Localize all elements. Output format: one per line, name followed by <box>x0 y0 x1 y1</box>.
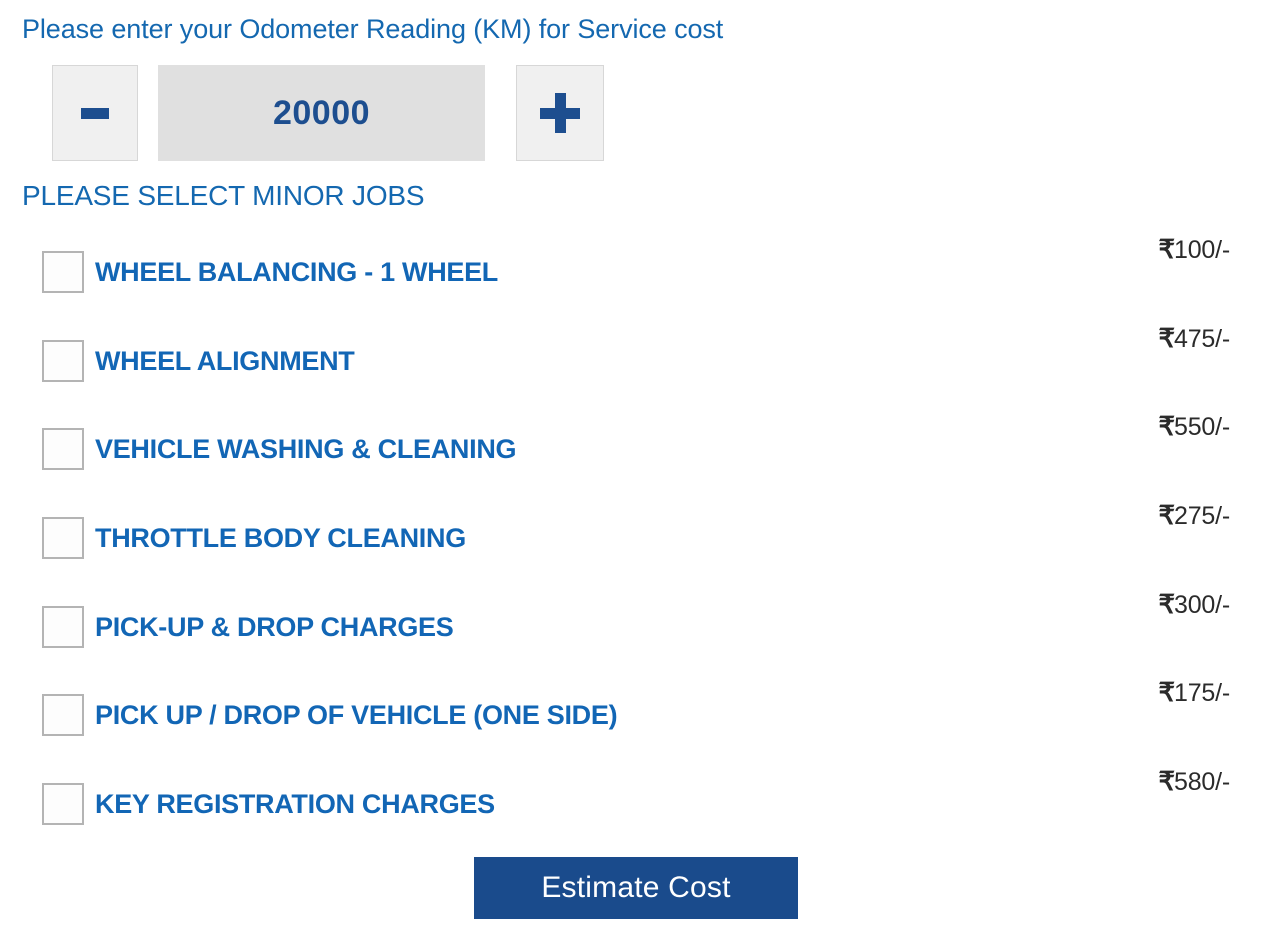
job-row: PICK-UP & DROP CHARGES ₹300/- <box>0 583 1278 672</box>
job-label[interactable]: THROTTLE BODY CLEANING <box>95 518 466 558</box>
job-checkbox[interactable] <box>42 605 84 648</box>
job-checkbox[interactable] <box>42 783 84 826</box>
job-price-suffix: /- <box>1215 236 1230 264</box>
job-price-suffix: /- <box>1215 324 1230 353</box>
rupee-icon: ₹ <box>1158 411 1175 442</box>
job-price-suffix: /- <box>1215 768 1230 797</box>
job-price-suffix: /- <box>1215 679 1230 708</box>
minor-jobs-section-heading: PLEASE SELECT MINOR JOBS <box>22 180 425 211</box>
job-price-amount: 175 <box>1174 679 1216 708</box>
job-price-suffix: /- <box>1215 502 1230 531</box>
odometer-value-input[interactable]: 20000 <box>158 65 485 161</box>
job-checkbox[interactable] <box>42 251 84 293</box>
minus-icon <box>81 107 109 119</box>
job-label[interactable]: KEY REGISTRATION CHARGES <box>95 784 495 824</box>
job-label[interactable]: VEHICLE WASHING & CLEANING <box>95 429 517 469</box>
rupee-icon: ₹ <box>1158 322 1175 353</box>
estimate-cost-button[interactable]: Estimate Cost <box>474 857 798 919</box>
job-label[interactable]: WHEEL ALIGNMENT <box>95 341 355 381</box>
rupee-icon: ₹ <box>1158 588 1175 619</box>
rupee-icon: ₹ <box>1158 677 1175 708</box>
job-row: WHEEL BALANCING - 1 WHEEL ₹100/- <box>0 228 1278 317</box>
job-label[interactable]: WHEEL BALANCING - 1 WHEEL <box>95 252 498 292</box>
rupee-icon: ₹ <box>1158 500 1175 531</box>
job-row: VEHICLE WASHING & CLEANING ₹550/- <box>0 405 1278 494</box>
odometer-stepper: 20000 <box>52 65 604 161</box>
job-price-suffix: /- <box>1215 413 1230 442</box>
job-checkbox[interactable] <box>42 339 84 382</box>
job-row: PICK UP / DROP OF VEHICLE (ONE SIDE) ₹175… <box>0 671 1278 760</box>
job-price: ₹175/- <box>1158 675 1230 710</box>
job-price-amount: 580 <box>1174 768 1216 797</box>
job-checkbox[interactable] <box>42 517 84 560</box>
job-row: THROTTLE BODY CLEANING ₹275/- <box>0 494 1278 583</box>
job-price-amount: 550 <box>1174 413 1216 442</box>
job-label[interactable]: PICK UP / DROP OF VEHICLE (ONE SIDE) <box>95 695 618 735</box>
job-checkbox[interactable] <box>42 428 84 471</box>
job-price-suffix: /- <box>1215 590 1230 619</box>
minor-jobs-list: WHEEL BALANCING - 1 WHEEL ₹100/- WHEEL ALI… <box>0 228 1278 849</box>
rupee-icon: ₹ <box>1158 234 1175 264</box>
odometer-decrement-button[interactable] <box>52 65 138 161</box>
odometer-increment-button[interactable] <box>516 65 604 161</box>
job-price-amount: 475 <box>1174 324 1216 353</box>
job-price-amount: 300 <box>1174 590 1216 619</box>
job-price: ₹100/- <box>1158 232 1230 267</box>
job-price: ₹300/- <box>1158 587 1230 622</box>
plus-icon <box>540 93 580 133</box>
job-checkbox[interactable] <box>42 694 84 737</box>
odometer-prompt-label: Please enter your Odometer Reading (KM) … <box>22 14 724 44</box>
job-row: WHEEL ALIGNMENT ₹475/- <box>0 317 1278 406</box>
job-price-amount: 100 <box>1174 236 1216 264</box>
job-price: ₹580/- <box>1158 764 1230 799</box>
job-row: KEY REGISTRATION CHARGES ₹580/- <box>0 760 1278 849</box>
rupee-icon: ₹ <box>1158 766 1175 797</box>
job-price: ₹275/- <box>1158 498 1230 533</box>
job-price-amount: 275 <box>1174 502 1216 531</box>
job-price: ₹475/- <box>1158 321 1230 356</box>
job-label[interactable]: PICK-UP & DROP CHARGES <box>95 607 454 647</box>
job-price: ₹550/- <box>1158 409 1230 444</box>
